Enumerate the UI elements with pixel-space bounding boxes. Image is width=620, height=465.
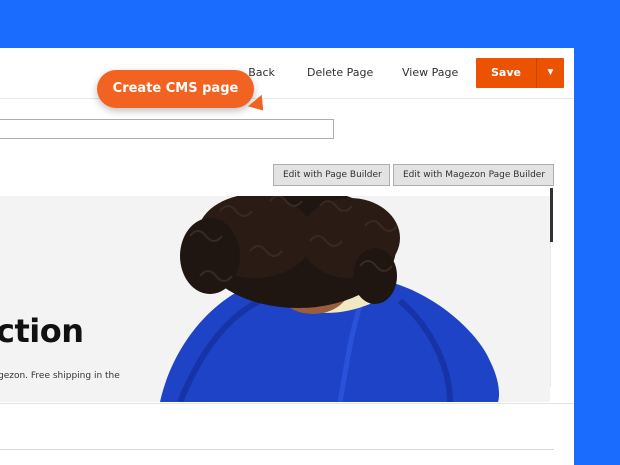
save-split-button: Save ▼	[476, 58, 564, 88]
model-photo	[160, 196, 500, 402]
create-cms-page-callout: Create CMS page	[97, 70, 254, 108]
content-preview-banner: ction gezon. Free shipping in the	[0, 196, 550, 402]
banner-description: gezon. Free shipping in the	[0, 371, 120, 381]
edit-with-magezon-page-builder-button[interactable]: Edit with Magezon Page Builder	[393, 164, 554, 186]
banner-heading: ction	[0, 312, 84, 350]
view-page-button[interactable]: View Page	[402, 66, 458, 79]
preview-scrollbar[interactable]	[550, 188, 553, 242]
page-actions-bar: ←Back Delete Page View Page Save ▼	[0, 48, 574, 99]
delete-page-button[interactable]: Delete Page	[307, 66, 373, 79]
chevron-down-icon: ▼	[545, 67, 556, 78]
section-divider	[0, 449, 554, 450]
cms-editor-panel: ←Back Delete Page View Page Save ▼ Edit …	[0, 48, 574, 465]
save-button[interactable]: Save	[476, 58, 536, 88]
page-title-input[interactable]	[0, 119, 334, 139]
preview-scroll-track	[550, 242, 551, 387]
back-label: Back	[248, 66, 275, 79]
section-divider	[0, 403, 574, 404]
edit-with-page-builder-button[interactable]: Edit with Page Builder	[273, 164, 390, 186]
save-options-dropdown[interactable]: ▼	[537, 58, 564, 88]
